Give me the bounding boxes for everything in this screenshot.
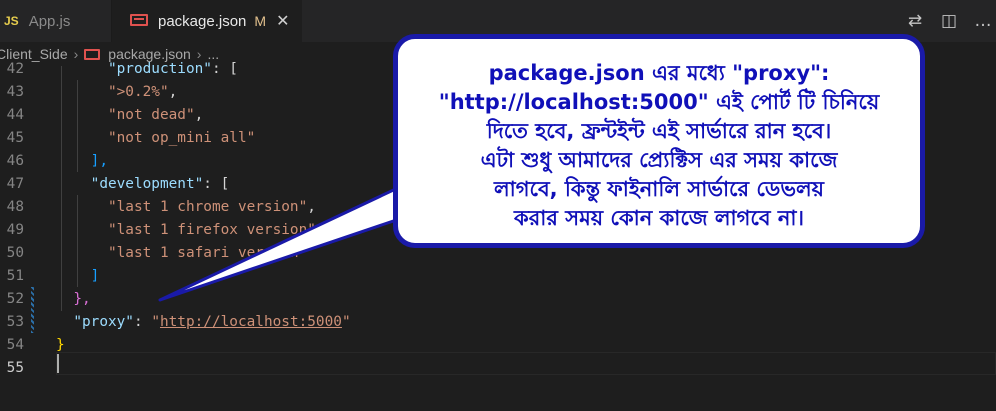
callout-line: লাগবে, কিন্তু ফাইনালি সার্ভারে ডেভলয় bbox=[494, 177, 824, 201]
callout-line: package.json এর মধ্যে "proxy": bbox=[488, 61, 830, 85]
callout-line: "http://localhost:5000" এই পোর্ট টি চিনি… bbox=[438, 90, 880, 114]
callout-line: করার সময় কোন কাজে লাগবে না। bbox=[514, 206, 804, 230]
annotation-callout: package.json এর মধ্যে "proxy": "http://l… bbox=[393, 34, 925, 248]
callout-line: দিতে হবে, ফ্রন্টইন্ট এই সার্ভারে রান হবে… bbox=[486, 119, 832, 143]
callout-line: এটা শুধু আমাদের প্র্যেক্টিস এর সময় কাজে bbox=[480, 148, 838, 172]
callout-text: package.json এর মধ্যে "proxy": "http://l… bbox=[398, 59, 920, 233]
